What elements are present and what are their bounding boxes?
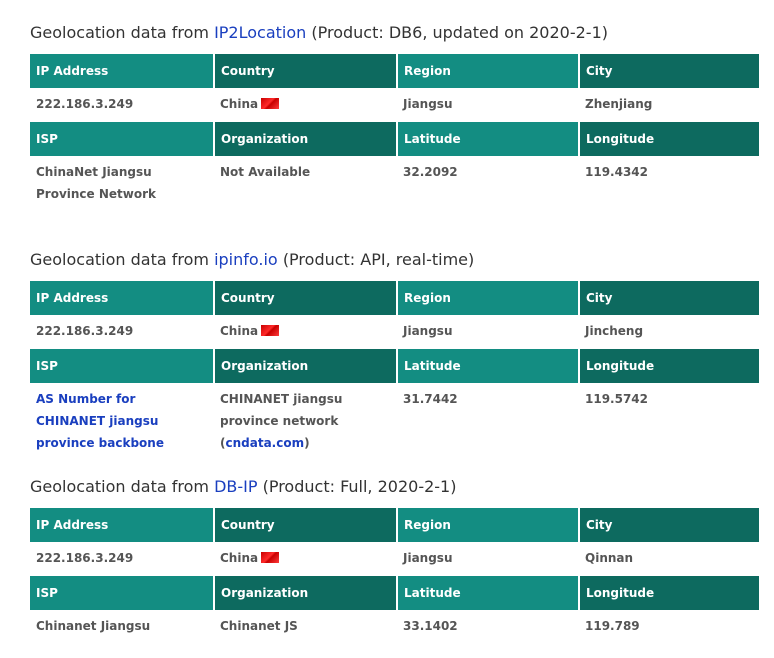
product-info: (Product: API, real-time)	[282, 250, 475, 269]
table-row: 222.186.3.249 China Jiangsu Jincheng	[30, 315, 759, 349]
header-country: Country	[214, 508, 398, 542]
country-value: China	[220, 324, 259, 338]
country-cell: China	[214, 542, 397, 576]
table-row: AS Number for CHINANET jiangsu province …	[30, 383, 759, 459]
section-title: Geolocation data from DB-IP (Product: Fu…	[30, 475, 456, 499]
organization-value: Chinanet JS	[220, 619, 298, 633]
geolocation-table: IP Address Country Region City 222.186.3…	[30, 281, 759, 459]
header-region: Region	[397, 281, 580, 315]
header-country: Country	[214, 281, 398, 315]
latitude-value: 33.1402	[403, 619, 458, 633]
organization-cell: CHINANET jiangsu province network (cndat…	[214, 383, 397, 459]
title-prefix: Geolocation data from	[30, 477, 209, 496]
ip-address-value: 222.186.3.249	[36, 551, 134, 565]
header-isp: ISP	[30, 576, 215, 610]
source-link-ip2location[interactable]: IP2Location	[214, 23, 306, 42]
header-ip-address: IP Address	[30, 508, 215, 542]
country-value: China	[220, 551, 259, 565]
isp-value: ChinaNet Jiangsu Province Network	[36, 165, 157, 201]
china-flag-icon	[261, 325, 280, 336]
section-title: Geolocation data from IP2Location (Produ…	[30, 21, 608, 45]
table-row: Chinanet Jiangsu Chinanet JS 33.1402 119…	[30, 610, 759, 642]
header-longitude: Longitude	[579, 349, 759, 383]
header-isp: ISP	[30, 349, 215, 383]
header-region: Region	[397, 54, 580, 88]
longitude-value: 119.4342	[585, 165, 649, 179]
longitude-value: 119.5742	[585, 392, 649, 406]
header-city: City	[579, 508, 759, 542]
china-flag-icon	[261, 552, 280, 563]
country-value: China	[220, 97, 259, 111]
region-value: Jiangsu	[403, 324, 453, 338]
header-longitude: Longitude	[579, 122, 759, 156]
city-value: Jincheng	[585, 324, 644, 338]
product-info: (Product: Full, 2020-2-1)	[262, 477, 457, 496]
header-organization: Organization	[214, 576, 398, 610]
product-info: (Product: DB6, updated on 2020-2-1)	[311, 23, 608, 42]
header-ip-address: IP Address	[30, 281, 215, 315]
city-value: Qinnan	[585, 551, 634, 565]
region-value: Jiangsu	[403, 97, 453, 111]
title-prefix: Geolocation data from	[30, 23, 209, 42]
ip-address-value: 222.186.3.249	[36, 97, 134, 111]
source-link-dbip[interactable]: DB-IP	[214, 477, 257, 496]
table-row: ChinaNet Jiangsu Province Network Not Av…	[30, 156, 759, 210]
source-link-ipinfo[interactable]: ipinfo.io	[214, 250, 278, 269]
china-flag-icon	[261, 98, 280, 109]
isp-cell: AS Number for CHINANET jiangsu province …	[30, 383, 214, 459]
geolocation-table: IP Address Country Region City 222.186.3…	[30, 54, 759, 210]
header-organization: Organization	[214, 349, 398, 383]
organization-suffix: )	[304, 436, 310, 450]
header-longitude: Longitude	[579, 576, 759, 610]
country-cell: China	[214, 88, 397, 122]
table-row: 222.186.3.249 China Jiangsu Qinnan	[30, 542, 759, 576]
header-isp: ISP	[30, 122, 215, 156]
header-latitude: Latitude	[397, 576, 580, 610]
header-latitude: Latitude	[397, 349, 580, 383]
longitude-value: 119.789	[585, 619, 640, 633]
organization-value: Not Available	[220, 165, 311, 179]
geolocation-table: IP Address Country Region City 222.186.3…	[30, 508, 759, 642]
isp-asn-link[interactable]: AS Number for CHINANET jiangsu province …	[36, 392, 164, 450]
section-title: Geolocation data from ipinfo.io (Product…	[30, 248, 474, 272]
header-region: Region	[397, 508, 580, 542]
header-country: Country	[214, 54, 398, 88]
region-value: Jiangsu	[403, 551, 453, 565]
header-city: City	[579, 281, 759, 315]
header-ip-address: IP Address	[30, 54, 215, 88]
header-city: City	[579, 54, 759, 88]
organization-domain-link[interactable]: cndata.com	[225, 436, 304, 450]
header-organization: Organization	[214, 122, 398, 156]
isp-value: Chinanet Jiangsu	[36, 619, 151, 633]
ip-address-value: 222.186.3.249	[36, 324, 134, 338]
city-value: Zhenjiang	[585, 97, 653, 111]
latitude-value: 32.2092	[403, 165, 458, 179]
country-cell: China	[214, 315, 397, 349]
title-prefix: Geolocation data from	[30, 250, 209, 269]
table-row: 222.186.3.249 China Jiangsu Zhenjiang	[30, 88, 759, 122]
latitude-value: 31.7442	[403, 392, 458, 406]
header-latitude: Latitude	[397, 122, 580, 156]
